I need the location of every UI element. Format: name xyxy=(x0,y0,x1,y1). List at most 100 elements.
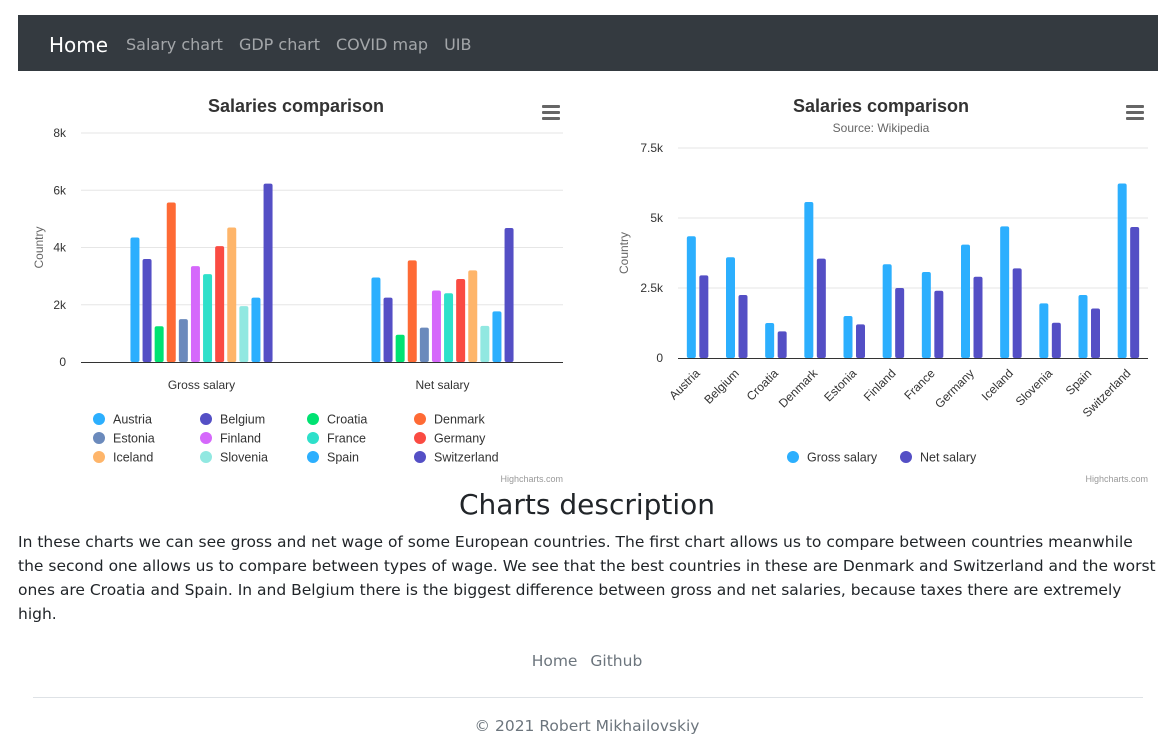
chart-1-legend-marker xyxy=(307,451,319,463)
chart-salaries-by-type: Salaries comparison 0 2k 4k 6k 8k Country Gross… xyxy=(18,85,578,490)
chart-1-legend-marker xyxy=(93,432,105,444)
chart-2-bar xyxy=(1039,303,1049,358)
chart-1-bar xyxy=(239,306,249,362)
chart-2-x-tick-label: Austria xyxy=(666,366,703,403)
chart-2-credits: Highcharts.com xyxy=(1085,474,1148,484)
chart-1-credits: Highcharts.com xyxy=(500,474,563,484)
chart-1-legend-marker xyxy=(414,432,426,444)
chart-2-bar xyxy=(1000,226,1010,358)
chart-2-y-tick-label: 5k xyxy=(650,211,664,225)
chart-2-subtitle: Source: Wikipedia xyxy=(833,121,930,135)
chart-1-menu-icon[interactable] xyxy=(542,105,560,121)
chart-2-y-tick-label: 0 xyxy=(656,351,663,365)
chart-1-bar xyxy=(383,297,393,362)
chart-2-y-tick-label: 7.5k xyxy=(640,141,664,155)
footer-copyright: © 2021 Robert Mikhailovskiy xyxy=(474,717,700,735)
chart-1-y-tick-label: 6k xyxy=(53,183,67,197)
nav-link-uib[interactable]: UIB xyxy=(444,35,471,54)
chart-2-title: Salaries comparison xyxy=(793,96,969,116)
chart-2-y-axis-label: Country xyxy=(617,232,631,274)
chart-1-bar xyxy=(178,319,188,362)
nav-links: Salary chart GDP chart COVID map UIB xyxy=(126,35,472,54)
chart-2-x-tick-label: Iceland xyxy=(979,366,1016,403)
chart-1-bar xyxy=(203,274,213,362)
chart-2-bar xyxy=(777,331,787,358)
chart-1-legend-item: Germany xyxy=(434,432,486,446)
footer-divider xyxy=(33,697,1143,698)
nav-brand-home[interactable]: Home xyxy=(49,33,108,57)
chart-2-bar xyxy=(934,290,944,358)
chart-2-bar xyxy=(1051,322,1061,358)
chart-2-bar xyxy=(738,295,748,358)
chart-2-y-tick-label: 2.5k xyxy=(640,281,664,295)
nav-link-covid-map[interactable]: COVID map xyxy=(336,35,428,54)
chart-1-bar xyxy=(215,246,225,362)
chart-1-bar xyxy=(130,237,140,362)
chart-2-bar xyxy=(973,276,983,358)
chart-1-legend-marker xyxy=(200,413,212,425)
chart-1-bar xyxy=(263,183,273,362)
chart-1-bar xyxy=(492,311,502,362)
chart-2-bar xyxy=(1091,308,1100,358)
chart-2-bar xyxy=(1078,295,1088,358)
chart-1-legend-item: France xyxy=(327,432,366,446)
chart-1-legend-item: Spain xyxy=(327,451,359,465)
chart-2-bar xyxy=(895,288,905,358)
chart-1-y-tick-label: 8k xyxy=(53,126,67,140)
chart-1-bar xyxy=(444,293,454,362)
chart-1-bar xyxy=(431,290,441,362)
chart-2-bar xyxy=(816,258,826,358)
chart-2-bar xyxy=(686,236,696,358)
chart-2-x-tick-label: Croatia xyxy=(744,366,781,403)
chart-1-bar xyxy=(371,277,381,362)
chart-1-y-tick-label: 0 xyxy=(59,355,66,369)
chart-2-x-tick-label: Slovenia xyxy=(1013,366,1056,409)
chart-1-bar xyxy=(166,202,176,362)
chart-1-bar xyxy=(142,258,152,362)
top-navbar: Home Salary chart GDP chart COVID map UI… xyxy=(18,15,1158,71)
chart-2-x-tick-label: Germany xyxy=(932,366,977,411)
chart-1-bar xyxy=(407,260,417,362)
chart-1-bar xyxy=(468,270,478,362)
chart-1-y-axis-label: Country xyxy=(32,226,46,268)
chart-1-legend-marker xyxy=(307,432,319,444)
chart-1-legend-item: Slovenia xyxy=(220,451,268,465)
chart-2-legend-item: Net salary xyxy=(920,451,977,465)
chart-1-svg: Salaries comparison 0 2k 4k 6k 8k Country Gross… xyxy=(32,96,563,484)
chart-2-bar xyxy=(699,275,709,358)
chart-2-bar xyxy=(1012,268,1022,358)
chart-2-svg: Salaries comparison Source: Wikipedia 0 2.5… xyxy=(617,96,1148,484)
chart-2-bar xyxy=(961,244,970,358)
nav-link-gdp-chart[interactable]: GDP chart xyxy=(239,35,320,54)
chart-2-x-tick-label: Spain xyxy=(1063,366,1095,398)
chart-1-bar xyxy=(395,334,405,362)
chart-2-x-tick-label: Belgium xyxy=(701,366,742,407)
chart-2-x-tick-label: Finland xyxy=(861,366,899,404)
chart-1-bar xyxy=(480,325,490,362)
chart-1-legend-marker xyxy=(93,451,105,463)
chart-2-bar xyxy=(765,323,775,358)
chart-1-legend-marker xyxy=(414,451,426,463)
description-text: In these charts we can see gross and net… xyxy=(18,533,1156,623)
footer-link-github[interactable]: Github xyxy=(590,652,642,670)
chart-1-bar xyxy=(251,297,261,362)
chart-1-legend-marker xyxy=(200,432,212,444)
chart-1-x-tick-label: Gross salary xyxy=(168,378,235,392)
chart-2-bar xyxy=(804,202,814,358)
chart-1-y-tick-label: 4k xyxy=(53,241,67,255)
chart-2-legend-marker xyxy=(900,451,912,463)
chart-2-menu-icon[interactable] xyxy=(1126,105,1144,121)
chart-2-x-tick-label: France xyxy=(901,366,938,403)
chart-2-bar xyxy=(1117,183,1127,358)
nav-link-salary-chart[interactable]: Salary chart xyxy=(126,35,223,54)
chart-1-legend-marker xyxy=(307,413,319,425)
chart-1-title: Salaries comparison xyxy=(208,96,384,116)
footer-links: Home Github xyxy=(0,652,1174,670)
footer-link-home[interactable]: Home xyxy=(532,652,578,670)
chart-1-bar xyxy=(419,327,429,362)
chart-1-legend-item: Iceland xyxy=(113,451,153,465)
chart-1-bar xyxy=(456,278,466,362)
chart-1-y-tick-label: 2k xyxy=(53,298,67,312)
chart-2-bar xyxy=(726,257,735,358)
chart-1-legend-marker xyxy=(93,413,105,425)
